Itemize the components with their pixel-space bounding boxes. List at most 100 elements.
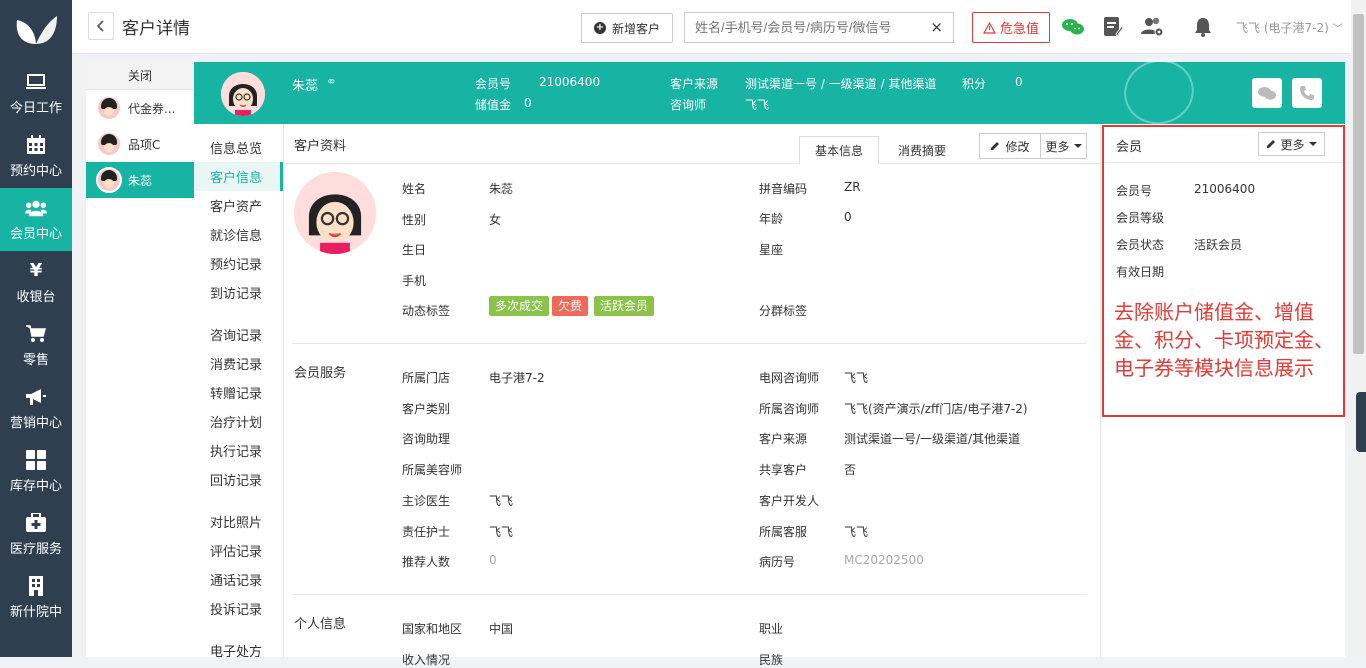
customer-tab-avatar <box>96 95 122 121</box>
page-scrollbar[interactable] <box>1351 0 1366 657</box>
butterfly-logo-icon <box>16 16 57 44</box>
field-label: 责任护士 <box>402 524 451 539</box>
field-label: 手机 <box>402 273 427 288</box>
field-value: 飞飞 <box>844 371 869 385</box>
subnav-item[interactable]: 执行记录 <box>194 436 283 465</box>
danger-value-label: 危急值 <box>999 22 1039 37</box>
subnav-item[interactable]: 就诊信息 <box>194 220 283 249</box>
subnav-item[interactable]: 咨询记录 <box>194 320 283 349</box>
consultant-value: 飞飞 <box>745 98 770 112</box>
link-icon[interactable]: ⚭ <box>326 75 337 90</box>
warning-icon <box>982 21 996 34</box>
sidebar-item-1[interactable]: 预约中心 <box>0 125 72 188</box>
member-no-value: 21006400 <box>539 75 601 89</box>
subnav-item[interactable]: 通话记录 <box>194 565 283 594</box>
sidebar-item-3[interactable]: ¥ 收银台 <box>0 251 72 314</box>
sidebar-item-8[interactable]: 新什院中 <box>0 566 72 629</box>
field-value: 中国 <box>489 622 514 636</box>
stored-label: 储值金 <box>475 98 512 112</box>
customer-tab-label: 代金券... <box>128 101 176 116</box>
sidebar-item-5[interactable]: 营销中心 <box>0 377 72 440</box>
subnav-item[interactable]: 信息总览 <box>194 133 283 162</box>
field-label: 民族 <box>759 652 784 667</box>
tab-basic-info[interactable]: 基本信息 <box>799 136 879 164</box>
customer-avatar <box>221 72 265 116</box>
field-value: 女 <box>489 212 502 227</box>
field-label: 病历号 <box>759 555 796 570</box>
field-value: 测试渠道一号/一级渠道/其他渠道 <box>844 432 1021 447</box>
field-label: 分群标签 <box>759 304 808 318</box>
field-value: MC20202500 <box>844 553 924 568</box>
group-settings-icon[interactable] <box>1141 15 1165 39</box>
sidebar-item-0[interactable]: 今日工作 <box>0 62 72 125</box>
subnav-item[interactable]: 到访记录 <box>194 278 283 307</box>
wechat-icon[interactable] <box>1061 15 1085 39</box>
edit-button[interactable]: 修改 <box>979 133 1041 159</box>
back-button[interactable] <box>88 12 114 40</box>
subnav-item[interactable]: 消费记录 <box>194 349 283 378</box>
megaphone-icon <box>25 387 47 407</box>
source-value: 测试渠道一号 / 一级渠道 / 其他渠道 <box>745 77 937 91</box>
points-label: 积分 <box>962 77 987 91</box>
wechat-chat-button[interactable] <box>1252 78 1282 108</box>
sidebar-item-7[interactable]: 医疗服务 <box>0 503 72 566</box>
grid-icon <box>25 449 47 470</box>
watermark-stamp <box>1116 52 1202 132</box>
field-value: 电子港7-2 <box>489 371 545 385</box>
field-value: 0 <box>844 210 852 224</box>
subnav-item[interactable]: 预约记录 <box>194 249 283 278</box>
field-label: 推荐人数 <box>402 555 451 570</box>
sidebar-item-label: 预约中心 <box>9 163 62 179</box>
scroll-thumb[interactable] <box>1353 14 1364 354</box>
search-box: × <box>684 12 954 43</box>
phone-call-button[interactable] <box>1292 78 1322 108</box>
page-title: 客户详情 <box>122 19 190 39</box>
danger-value-button[interactable]: 危急值 <box>972 12 1050 43</box>
field-label: 共享客户 <box>759 463 808 478</box>
sidebar-item-label: 今日工作 <box>9 100 62 116</box>
close-tabs-button[interactable]: 关闭 <box>86 62 194 90</box>
search-input[interactable] <box>685 13 915 42</box>
sidebar-item-4[interactable]: 零售 <box>0 314 72 377</box>
field-value: 飞飞 <box>844 524 869 539</box>
subnav-item[interactable]: 电子处方 <box>194 636 283 665</box>
sidebar-item-2[interactable]: 会员中心 <box>0 188 72 251</box>
more-dropdown-button[interactable]: 更多 <box>1040 133 1087 159</box>
customer-tab[interactable]: 朱蕊 <box>86 162 194 198</box>
customer-profile-panel: 客户资料 基本信息 消费摘要 修改 更多 姓名 朱蕊 性别 女生日 手机 动态标签 拼音编码… <box>284 124 1100 667</box>
sidebar-item-label: 库存中心 <box>9 478 62 494</box>
subnav-item[interactable]: 客户资产 <box>194 191 283 220</box>
field-label: 电网咨询师 <box>759 371 820 385</box>
field-label: 客户来源 <box>759 432 808 447</box>
subnav-item[interactable]: 治疗计划 <box>194 407 283 436</box>
field-label: 所属美容师 <box>402 463 463 478</box>
pencil-icon <box>991 142 1000 150</box>
field-label: 所属门店 <box>402 371 451 385</box>
section-title-member-service: 会员服务 <box>294 366 347 381</box>
customer-tab-avatar <box>96 131 122 157</box>
clear-search-icon[interactable]: × <box>930 18 943 36</box>
side-float-widget[interactable] <box>1356 392 1366 452</box>
user-menu[interactable]: 飞飞 (电子港7-2) ﹀ <box>1236 19 1343 36</box>
subnav-item[interactable]: 对比照片 <box>194 507 283 536</box>
subnav-item[interactable]: 投诉记录 <box>194 594 283 623</box>
customer-tab[interactable]: 品项C <box>86 126 194 162</box>
subnav-item[interactable]: 回访记录 <box>194 465 283 494</box>
sidebar-item-label: 营销中心 <box>9 415 62 431</box>
tab-consume-summary[interactable]: 消费摘要 <box>882 136 962 164</box>
sidebar-item-6[interactable]: 库存中心 <box>0 440 72 503</box>
subnav-item[interactable]: 评估记录 <box>194 536 283 565</box>
app-logo[interactable] <box>0 0 72 62</box>
field-label: 星座 <box>759 243 784 257</box>
customer-tab[interactable]: 代金券... <box>86 90 194 126</box>
bell-icon[interactable] <box>1191 15 1215 39</box>
top-bar: 客户详情 + 新增客户 × 危急值 飞飞 (电子港7-2) ﹀ <box>72 0 1351 54</box>
section-divider <box>292 343 1087 344</box>
subnav-item[interactable]: 转赠记录 <box>194 378 283 407</box>
notes-icon[interactable] <box>1101 15 1125 39</box>
field-label: 性别 <box>402 212 427 227</box>
field-label: 所属咨询师 <box>759 401 820 416</box>
sidebar-item-label: 会员中心 <box>9 226 62 242</box>
new-customer-button[interactable]: + 新增客户 <box>581 13 673 43</box>
subnav-item[interactable]: 客户信息 <box>194 162 283 191</box>
